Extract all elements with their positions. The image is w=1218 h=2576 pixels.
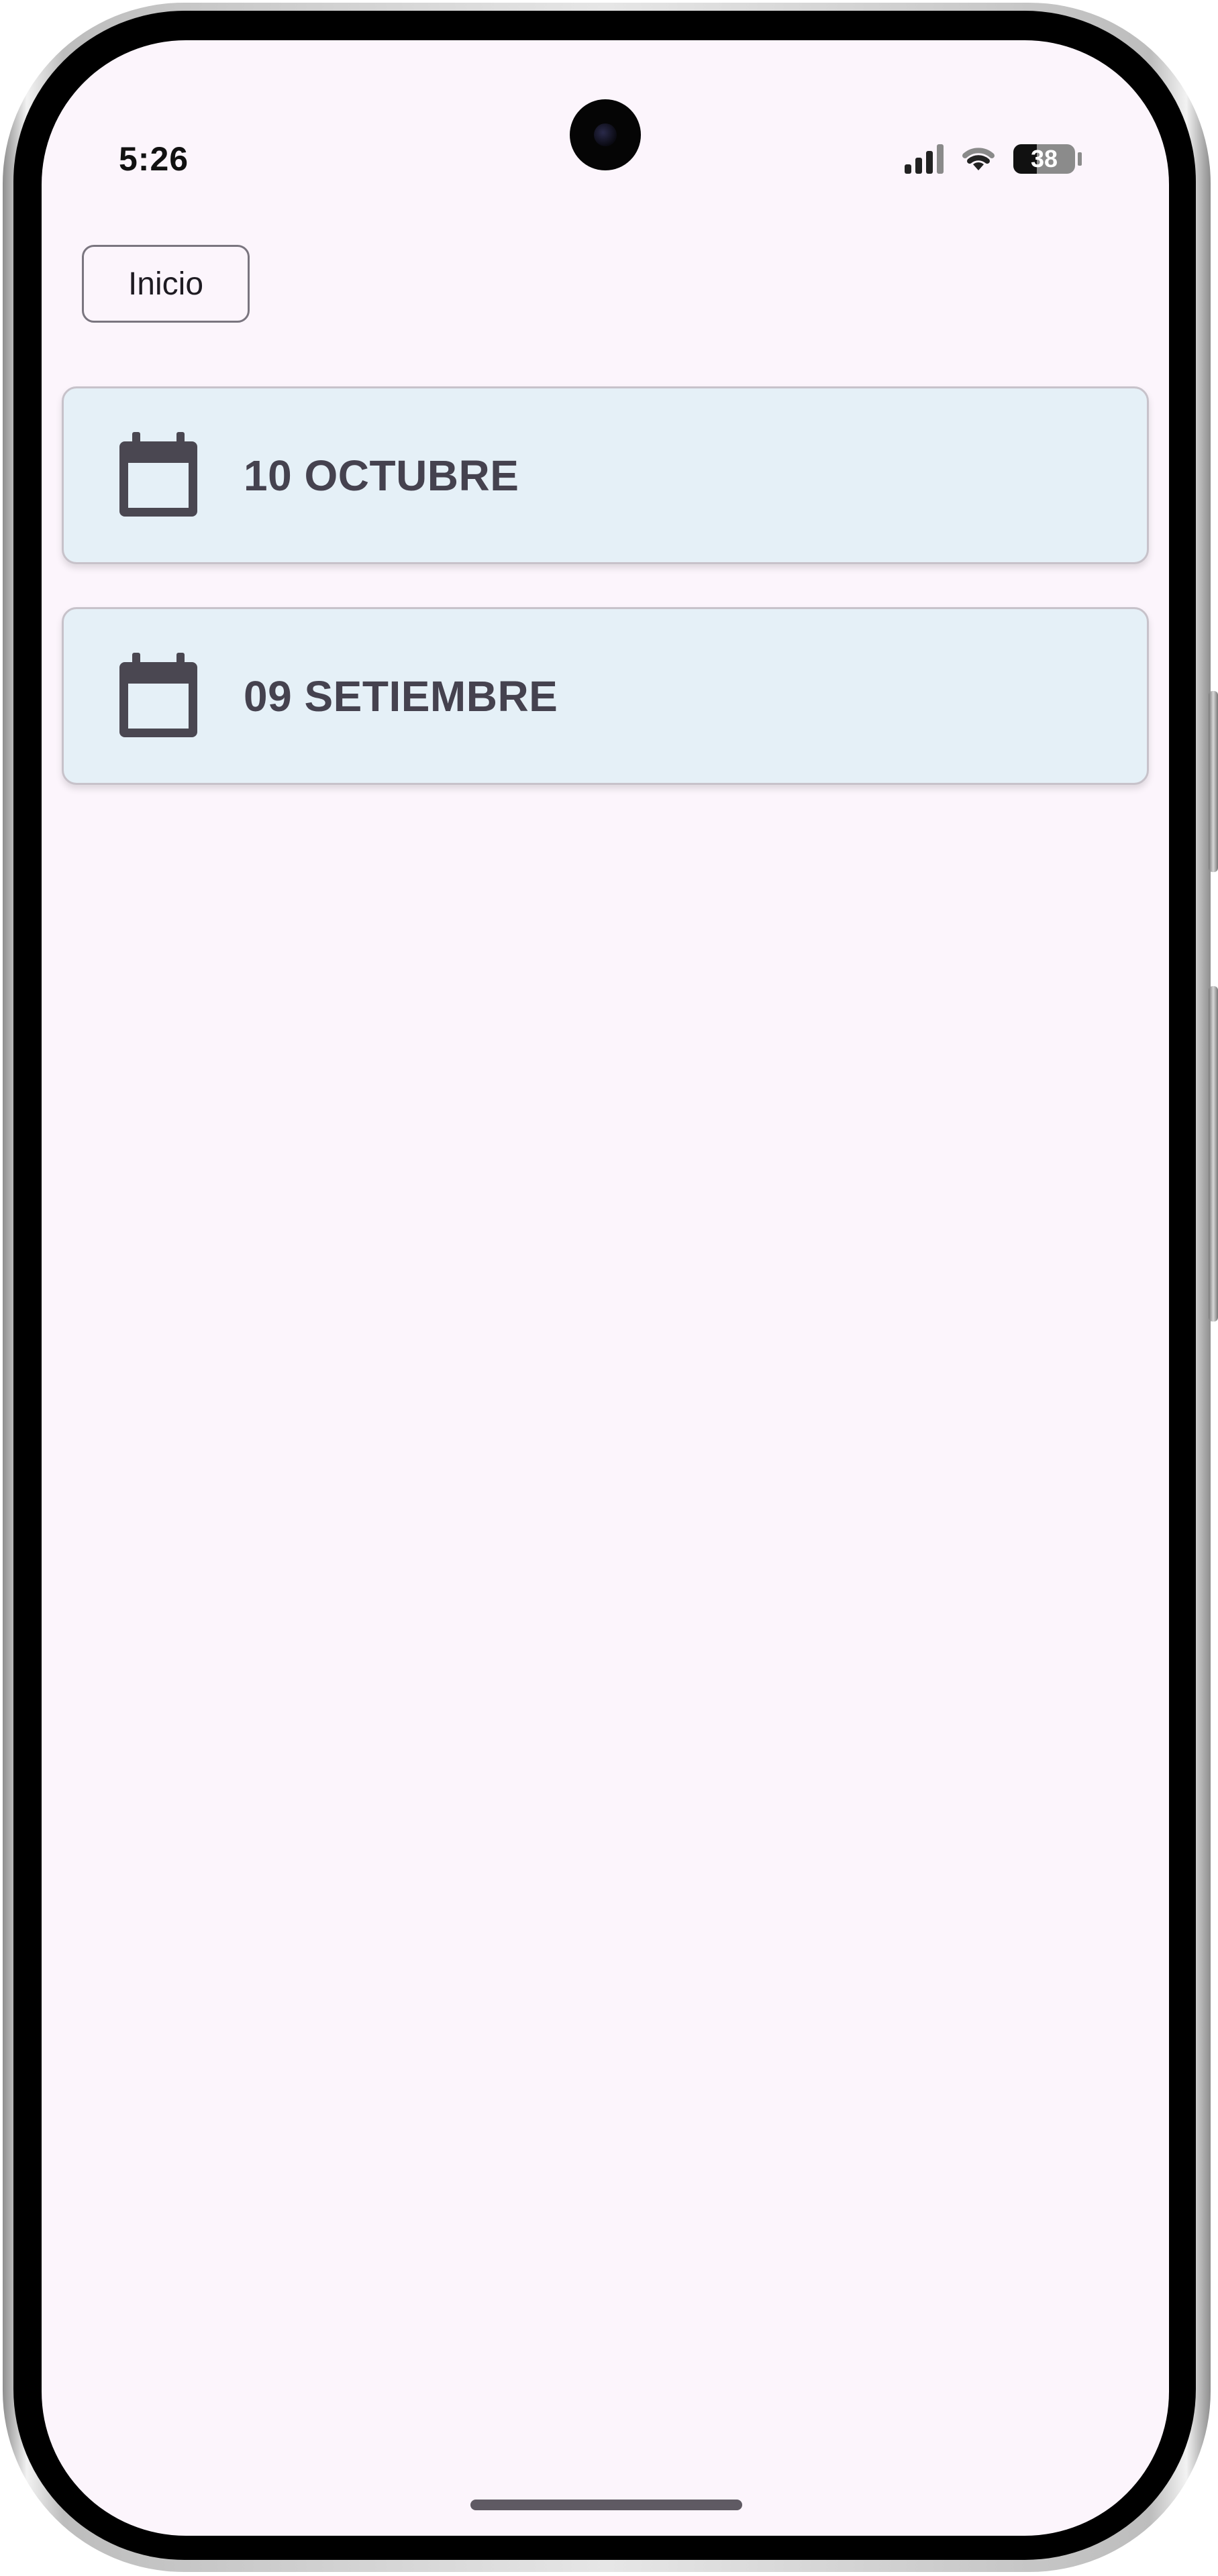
device-frame: 5:26 38 Inicio 10 OCTUBRE 09 SETIEMBRE: [0, 0, 1218, 2576]
list-item-label: 10 OCTUBRE: [244, 451, 519, 500]
volume-button: [1209, 691, 1218, 872]
inicio-button[interactable]: Inicio: [82, 245, 250, 323]
status-icons: 38: [905, 142, 1082, 176]
wifi-icon: [962, 148, 995, 170]
battery-percentage: 38: [1030, 145, 1058, 172]
front-camera: [570, 99, 641, 170]
calendar-icon: [119, 652, 197, 737]
list-item[interactable]: 10 OCTUBRE: [62, 386, 1149, 564]
status-time: 5:26: [119, 140, 189, 178]
list-item[interactable]: 09 SETIEMBRE: [62, 607, 1149, 785]
screen: 5:26 38 Inicio 10 OCTUBRE 09 SETIEMBRE: [42, 40, 1169, 2536]
battery-icon: 38: [1013, 144, 1075, 174]
battery-tip: [1078, 152, 1082, 166]
signal-icon: [905, 144, 944, 174]
home-indicator[interactable]: [470, 2500, 742, 2510]
list-item-label: 09 SETIEMBRE: [244, 672, 558, 720]
calendar-icon: [119, 431, 197, 517]
power-button: [1209, 986, 1218, 1322]
